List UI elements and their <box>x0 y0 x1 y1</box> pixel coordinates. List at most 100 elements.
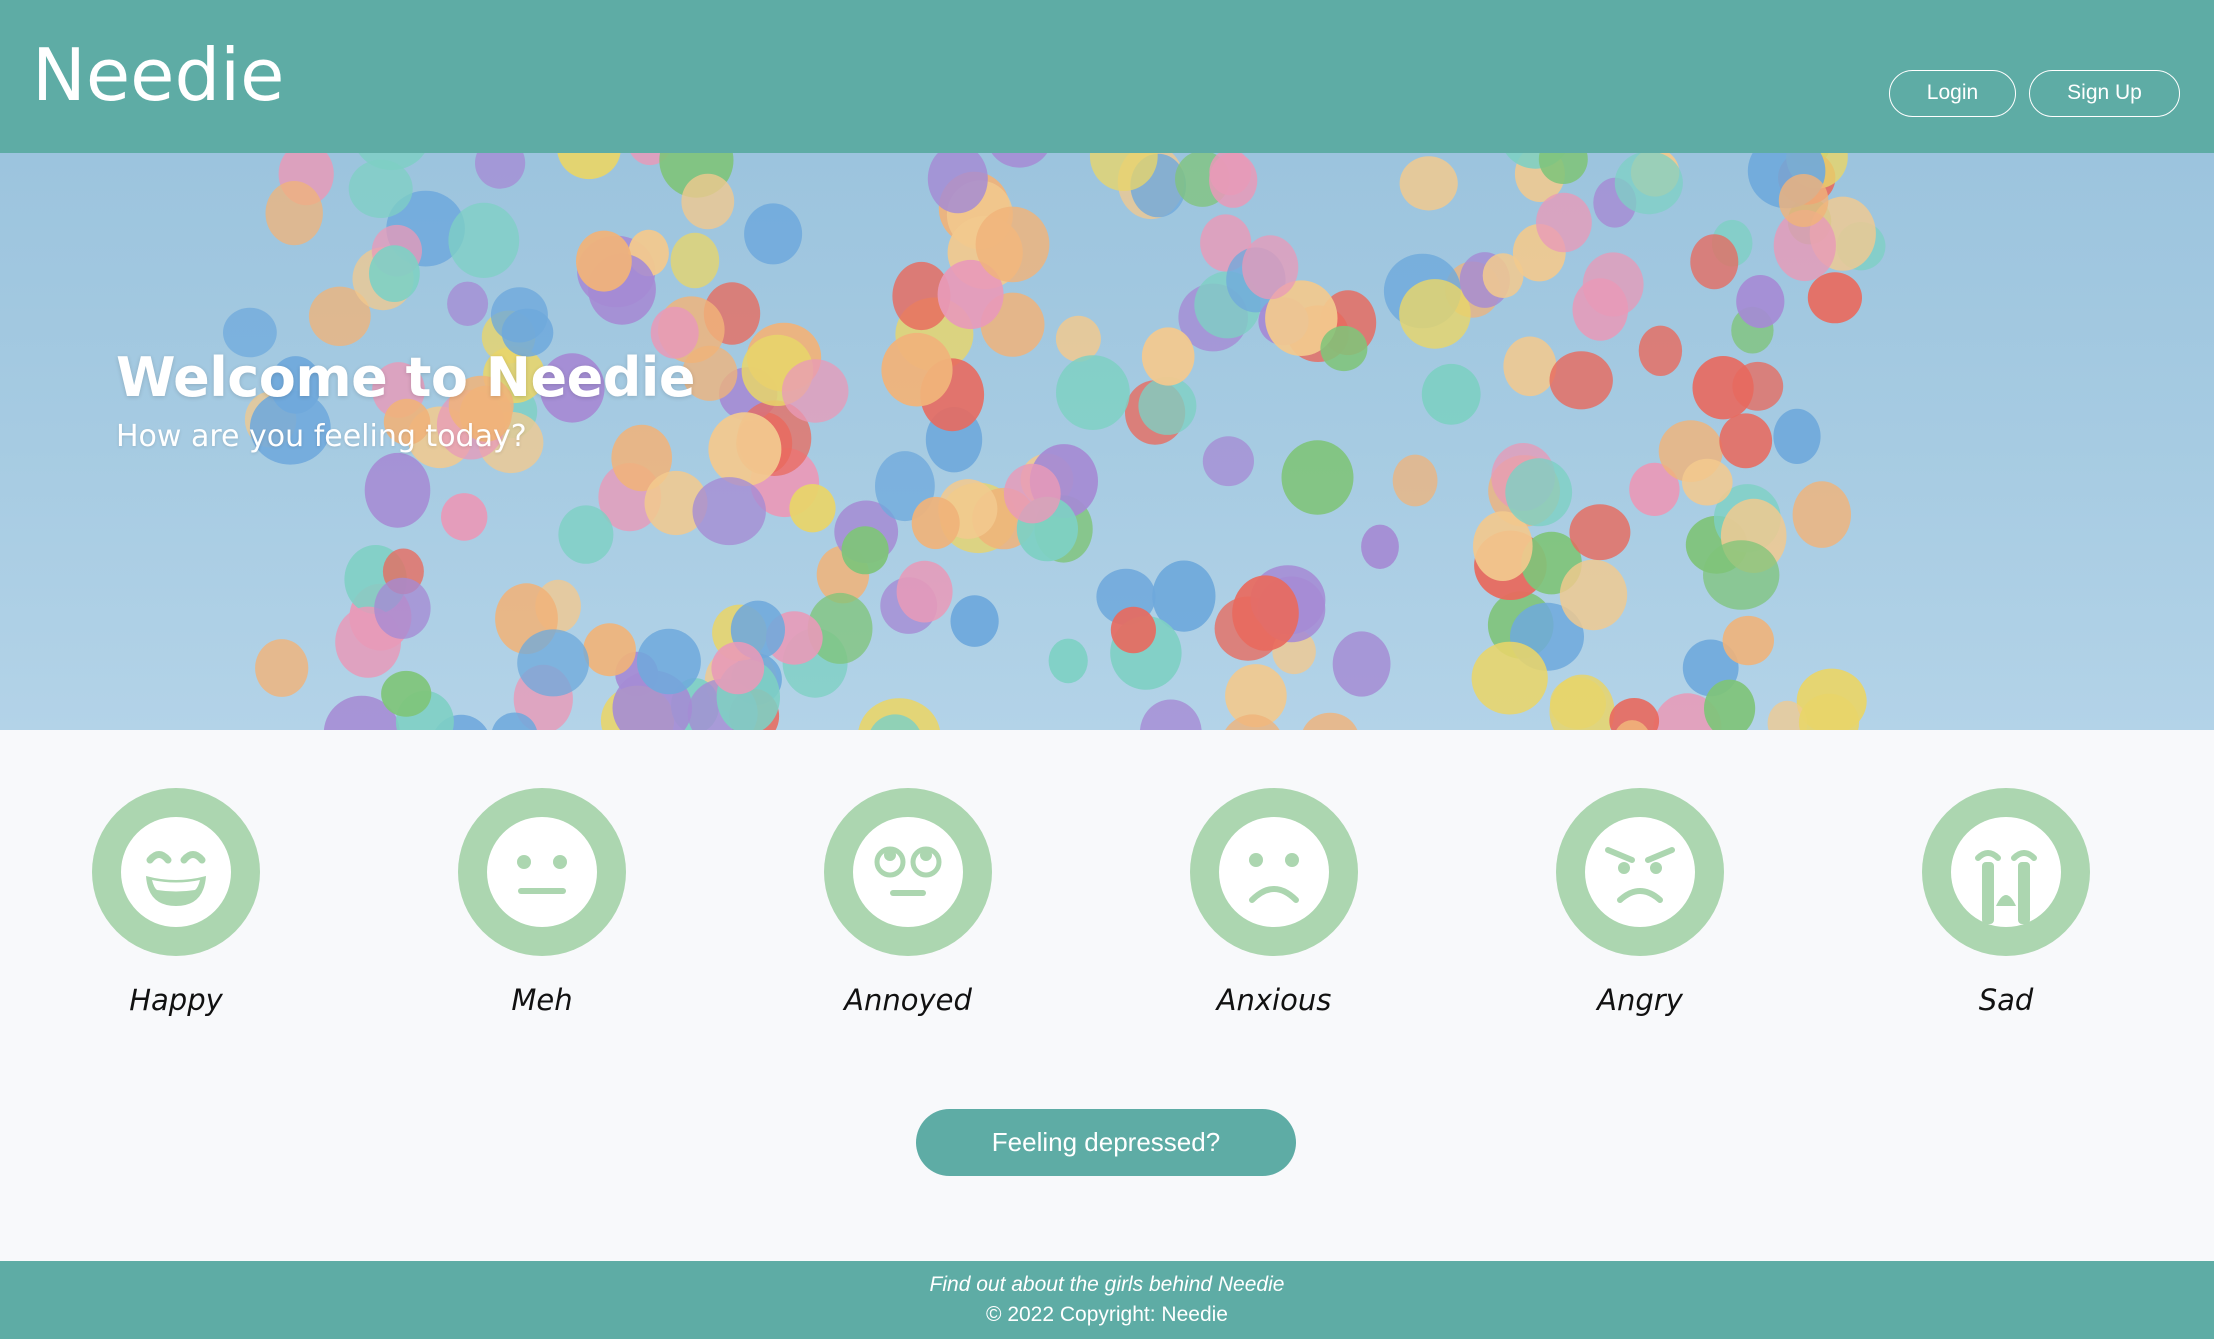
balloon-shape <box>1807 272 1862 324</box>
balloon-shape <box>1582 252 1644 317</box>
balloon-shape <box>896 560 953 623</box>
balloon-shape <box>448 202 520 278</box>
mood-label: Sad <box>1978 983 2034 1017</box>
balloon-shape <box>558 505 614 564</box>
mood-sad[interactable]: Sad <box>1881 788 2131 1028</box>
balloon-shape <box>975 206 1050 283</box>
balloon-shape <box>1792 481 1852 548</box>
balloon-shape <box>475 153 526 189</box>
balloon-shape <box>1332 631 1391 697</box>
balloon-shape <box>1003 463 1061 524</box>
balloon-shape <box>441 493 488 541</box>
mood-label: Annoyed <box>844 983 972 1017</box>
balloon-shape <box>1778 174 1829 227</box>
balloon-shape <box>1722 615 1775 666</box>
balloon-shape <box>1732 361 1784 411</box>
balloon-shape <box>348 159 413 218</box>
balloon-shape <box>1569 504 1631 561</box>
balloon-shape <box>1421 363 1481 425</box>
balloon-shape <box>1690 234 1739 290</box>
mood-label: Anxious <box>1216 983 1332 1017</box>
balloon-shape <box>1242 235 1299 300</box>
hero-banner: Welcome to Needie How are you feeling to… <box>0 153 2214 730</box>
balloon-shape <box>1209 153 1258 208</box>
balloon-shape <box>557 153 621 180</box>
angry-face-icon <box>1585 817 1695 927</box>
frown-icon <box>1219 817 1329 927</box>
mood-label: Meh <box>511 983 573 1017</box>
balloon-shape <box>1549 351 1613 410</box>
mood-circle[interactable] <box>1556 788 1724 956</box>
balloon-shape <box>265 181 323 246</box>
balloon-shape <box>576 230 632 292</box>
balloon-shape <box>789 484 836 533</box>
mood-circle[interactable] <box>92 788 260 956</box>
balloon-shape <box>1736 275 1785 328</box>
balloon-shape <box>583 623 636 677</box>
balloon-shape <box>781 359 849 423</box>
crying-face-icon <box>1951 817 2061 927</box>
balloon-shape <box>1536 192 1592 253</box>
balloon-shape <box>1202 436 1254 487</box>
balloon-shape <box>1549 674 1615 730</box>
balloon-shape <box>1392 454 1438 507</box>
mood-circle[interactable] <box>824 788 992 956</box>
balloon-shape <box>1559 559 1628 631</box>
hero-subtitle: How are you feeling today? <box>116 419 527 454</box>
copyright-text: © 2022 Copyright: Needie <box>986 1303 1228 1326</box>
balloon-shape <box>1110 606 1156 654</box>
balloon-shape <box>1614 153 1683 215</box>
brand-logo[interactable]: Needie <box>32 30 284 120</box>
balloon-shape <box>1638 325 1683 376</box>
login-button[interactable]: Login <box>1889 70 2016 117</box>
mood-label: Happy <box>129 983 223 1017</box>
balloon-shape <box>517 629 589 697</box>
balloon-shape <box>744 203 803 265</box>
balloon-shape <box>991 153 1048 168</box>
balloon-shape <box>1141 327 1195 386</box>
balloon-shape <box>1048 638 1088 684</box>
grin-icon <box>121 817 231 927</box>
mood-annoyed[interactable]: Annoyed <box>783 788 1033 1028</box>
mood-circle[interactable] <box>1922 788 2090 956</box>
signup-button[interactable]: Sign Up <box>2029 70 2180 117</box>
mood-anxious[interactable]: Anxious <box>1149 788 1399 1028</box>
balloon-shape <box>369 245 420 302</box>
balloon-shape <box>636 628 701 695</box>
mood-meh[interactable]: Meh <box>417 788 667 1028</box>
eye-roll-icon <box>853 817 963 927</box>
balloon-shape <box>1055 315 1101 362</box>
navbar: Needie Login Sign Up <box>0 0 2214 153</box>
mood-circle[interactable] <box>458 788 626 956</box>
mood-angry[interactable]: Angry <box>1515 788 1765 1028</box>
mood-circle[interactable] <box>1190 788 1358 956</box>
balloon-shape <box>374 577 431 639</box>
balloon-shape <box>381 670 432 717</box>
balloon-shape <box>1056 355 1130 430</box>
feeling-depressed-button[interactable]: Feeling depressed? <box>916 1109 1296 1176</box>
balloon-shape <box>1503 336 1557 397</box>
balloon-shape <box>1703 540 1780 610</box>
balloon-shape <box>447 281 489 326</box>
balloon-shape <box>1138 376 1197 435</box>
balloon-shape <box>1281 440 1354 515</box>
about-link[interactable]: Find out about the girls behind Needie <box>0 1273 2214 1297</box>
balloon-shape <box>1232 575 1299 651</box>
mood-happy[interactable]: Happy <box>51 788 301 1028</box>
balloon-shape <box>1399 279 1471 349</box>
mood-label: Angry <box>1597 983 1683 1017</box>
balloon-shape <box>841 526 889 575</box>
neutral-face-icon <box>487 817 597 927</box>
balloon-shape <box>1139 699 1202 730</box>
balloon-shape <box>364 452 431 528</box>
balloon-shape <box>1320 325 1368 372</box>
balloon-shape <box>1471 641 1548 715</box>
balloon-shape <box>681 173 735 230</box>
balloon-shape <box>1302 712 1358 730</box>
balloon-shape <box>1682 458 1733 506</box>
balloon-shape <box>1719 413 1773 469</box>
balloon-shape <box>711 641 765 695</box>
balloon-shape <box>692 477 766 546</box>
balloon-shape <box>881 332 953 407</box>
balloon-shape <box>708 412 782 487</box>
